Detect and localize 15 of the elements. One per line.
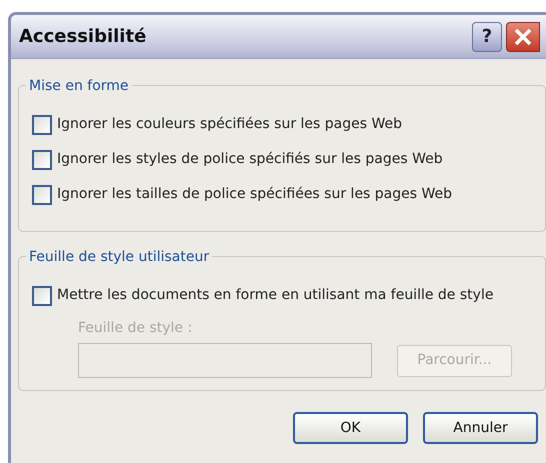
cancel-button[interactable]: Annuler: [423, 412, 538, 444]
close-button[interactable]: [506, 22, 540, 52]
checkbox[interactable]: [32, 286, 52, 306]
window-title: Accessibilité: [19, 25, 148, 49]
field-label: Feuille de style :: [78, 319, 194, 338]
close-icon: [513, 26, 533, 46]
checkbox-label: Ignorer les couleurs spécifiées sur les pages Web: [57, 115, 402, 134]
checkbox-label: Ignorer les styles de police spécifiés sur les pages Web: [57, 150, 443, 169]
checkbox[interactable]: [32, 150, 52, 170]
help-button[interactable]: ?: [472, 22, 502, 52]
ok-button[interactable]: OK: [293, 412, 408, 444]
checkbox[interactable]: [32, 184, 52, 204]
checkbox-label: Mettre les documents en forme en utilisant ma feuille de style: [57, 286, 494, 305]
checkbox[interactable]: [32, 114, 52, 134]
checkbox-label: Ignorer les tailles de police spécifiées sur les pages Web: [57, 185, 452, 204]
